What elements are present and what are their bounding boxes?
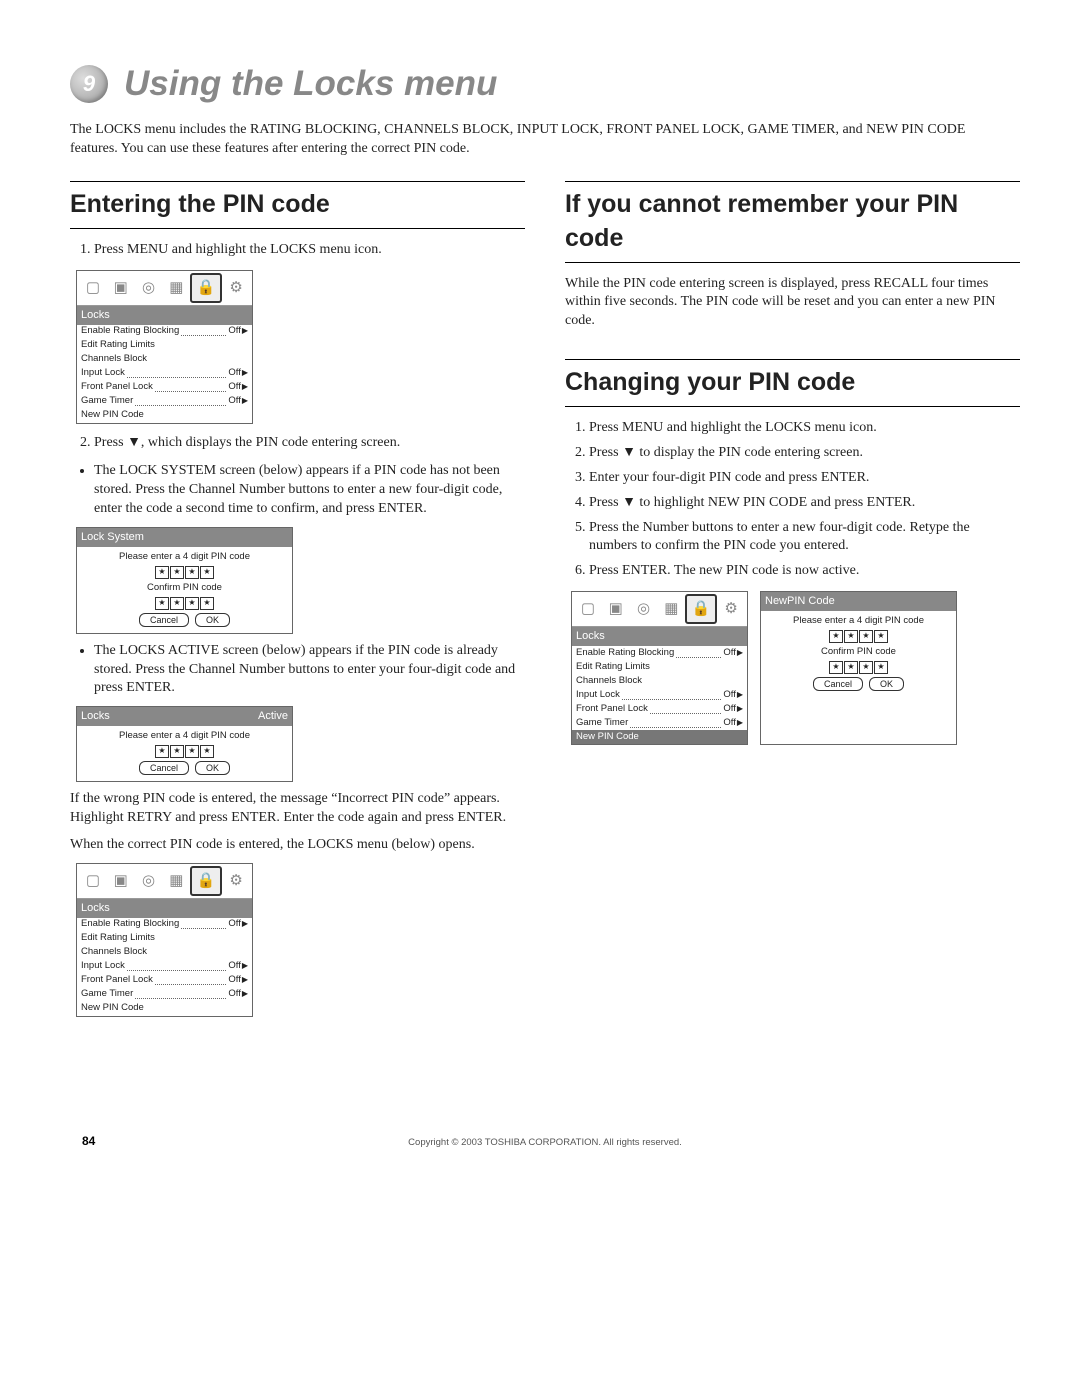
step: Enter your four-digit PIN code and press…: [589, 469, 1020, 488]
locks-menu-panel-newpin: ▢ ▣ ◎ ▦ 🔒 ⚙ Locks Enable Rating Blocking…: [571, 591, 748, 745]
av-icon: ◎: [135, 866, 163, 896]
setup-icon: ⚙: [717, 594, 745, 624]
menu-item: Enable Rating Blocking: [81, 325, 179, 338]
tv-icon: ▢: [574, 594, 602, 624]
lock-icon: 🔒: [190, 273, 222, 303]
bullet: The LOCK SYSTEM screen (below) appears i…: [94, 462, 525, 519]
setup-icon: ⚙: [222, 273, 250, 303]
menu-item-selected: New PIN Code: [576, 731, 639, 744]
page-footer: 84 Copyright © 2003 TOSHIBA CORPORATION.…: [70, 1137, 1020, 1150]
chevron-right-icon: [242, 326, 248, 337]
ok-button[interactable]: OK: [195, 761, 230, 775]
down-arrow-icon: [622, 445, 636, 460]
copyright: Copyright © 2003 TOSHIBA CORPORATION. Al…: [408, 1137, 682, 1148]
pin-boxes: ★★★★: [77, 566, 292, 579]
tv-icon: ▢: [79, 866, 107, 896]
ok-button[interactable]: OK: [869, 677, 904, 691]
av-icon: ◎: [135, 273, 163, 303]
app-icon: ▦: [162, 866, 190, 896]
menu-icon-row: ▢ ▣ ◎ ▦ 🔒 ⚙: [77, 271, 252, 306]
menu-item: New PIN Code: [81, 409, 144, 422]
locks-menu-panel-open: ▢ ▣ ◎ ▦ 🔒 ⚙ Locks Enable Rating Blocking…: [76, 863, 253, 1017]
step: Press MENU and highlight the LOCKS menu …: [589, 419, 1020, 438]
setup-icon: ⚙: [222, 866, 250, 896]
step: Press MENU and highlight the LOCKS menu …: [94, 241, 525, 260]
page-number: 84: [82, 1133, 95, 1149]
app-icon: ▦: [162, 273, 190, 303]
step: Press , which displays the PIN code ente…: [94, 434, 525, 453]
menu-item: Front Panel Lock: [81, 381, 153, 394]
bullet: The LOCKS ACTIVE screen (below) appears …: [94, 642, 525, 699]
tv-icon: ▢: [79, 273, 107, 303]
menu-title: Locks: [81, 308, 110, 323]
lock-icon: 🔒: [685, 594, 717, 624]
step: Press ENTER. The new PIN code is now act…: [589, 562, 1020, 581]
pin-prompt: Please enter a 4 digit PIN code: [77, 551, 292, 564]
chevron-right-icon: [242, 368, 248, 379]
pip-icon: ▣: [602, 594, 630, 624]
chevron-right-icon: [242, 382, 248, 393]
av-icon: ◎: [630, 594, 658, 624]
lock-system-panel: Lock System Please enter a 4 digit PIN c…: [76, 527, 293, 634]
pin-prompt: Please enter a 4 digit PIN code: [77, 730, 292, 743]
section-entering-pin: Entering the PIN code: [70, 181, 525, 229]
chevron-right-icon: [242, 396, 248, 407]
menu-item: Edit Rating Limits: [81, 339, 155, 352]
intro-paragraph: The LOCKS menu includes the RATING BLOCK…: [70, 121, 1010, 159]
down-arrow-icon: [622, 495, 636, 510]
paragraph: If the wrong PIN code is entered, the me…: [70, 790, 525, 828]
chapter-title: Using the Locks menu: [124, 60, 497, 107]
chapter-number-badge: 9: [70, 65, 108, 103]
new-pin-panel: NewPIN Code Please enter a 4 digit PIN c…: [760, 591, 957, 745]
menu-item: Input Lock: [81, 367, 125, 380]
section-change-pin: Changing your PIN code: [565, 359, 1020, 407]
step: Press the Number buttons to enter a new …: [589, 519, 1020, 557]
pin-confirm-label: Confirm PIN code: [77, 582, 292, 595]
app-icon: ▦: [657, 594, 685, 624]
panel-title: NewPIN Code: [765, 594, 835, 609]
lock-icon: 🔒: [190, 866, 222, 896]
step: Press to highlight NEW PIN CODE and pres…: [589, 494, 1020, 513]
step: Press to display the PIN code entering s…: [589, 444, 1020, 463]
cancel-button[interactable]: Cancel: [139, 613, 189, 627]
locks-menu-panel: ▢ ▣ ◎ ▦ 🔒 ⚙ Locks Enable Rating Blocking…: [76, 270, 253, 424]
ok-button[interactable]: OK: [195, 613, 230, 627]
chapter-header: 9 Using the Locks menu: [70, 60, 1020, 107]
paragraph: While the PIN code entering screen is di…: [565, 275, 1020, 332]
menu-item: Game Timer: [81, 395, 133, 408]
locks-active-panel: LocksActive Please enter a 4 digit PIN c…: [76, 706, 293, 782]
pip-icon: ▣: [107, 273, 135, 303]
paragraph: When the correct PIN code is entered, th…: [70, 836, 525, 855]
cancel-button[interactable]: Cancel: [813, 677, 863, 691]
panel-title: Lock System: [81, 530, 144, 545]
down-arrow-icon: [127, 435, 141, 450]
menu-item: Channels Block: [81, 353, 147, 366]
pip-icon: ▣: [107, 866, 135, 896]
section-forgot-pin: If you cannot remember your PIN code: [565, 181, 1020, 263]
cancel-button[interactable]: Cancel: [139, 761, 189, 775]
